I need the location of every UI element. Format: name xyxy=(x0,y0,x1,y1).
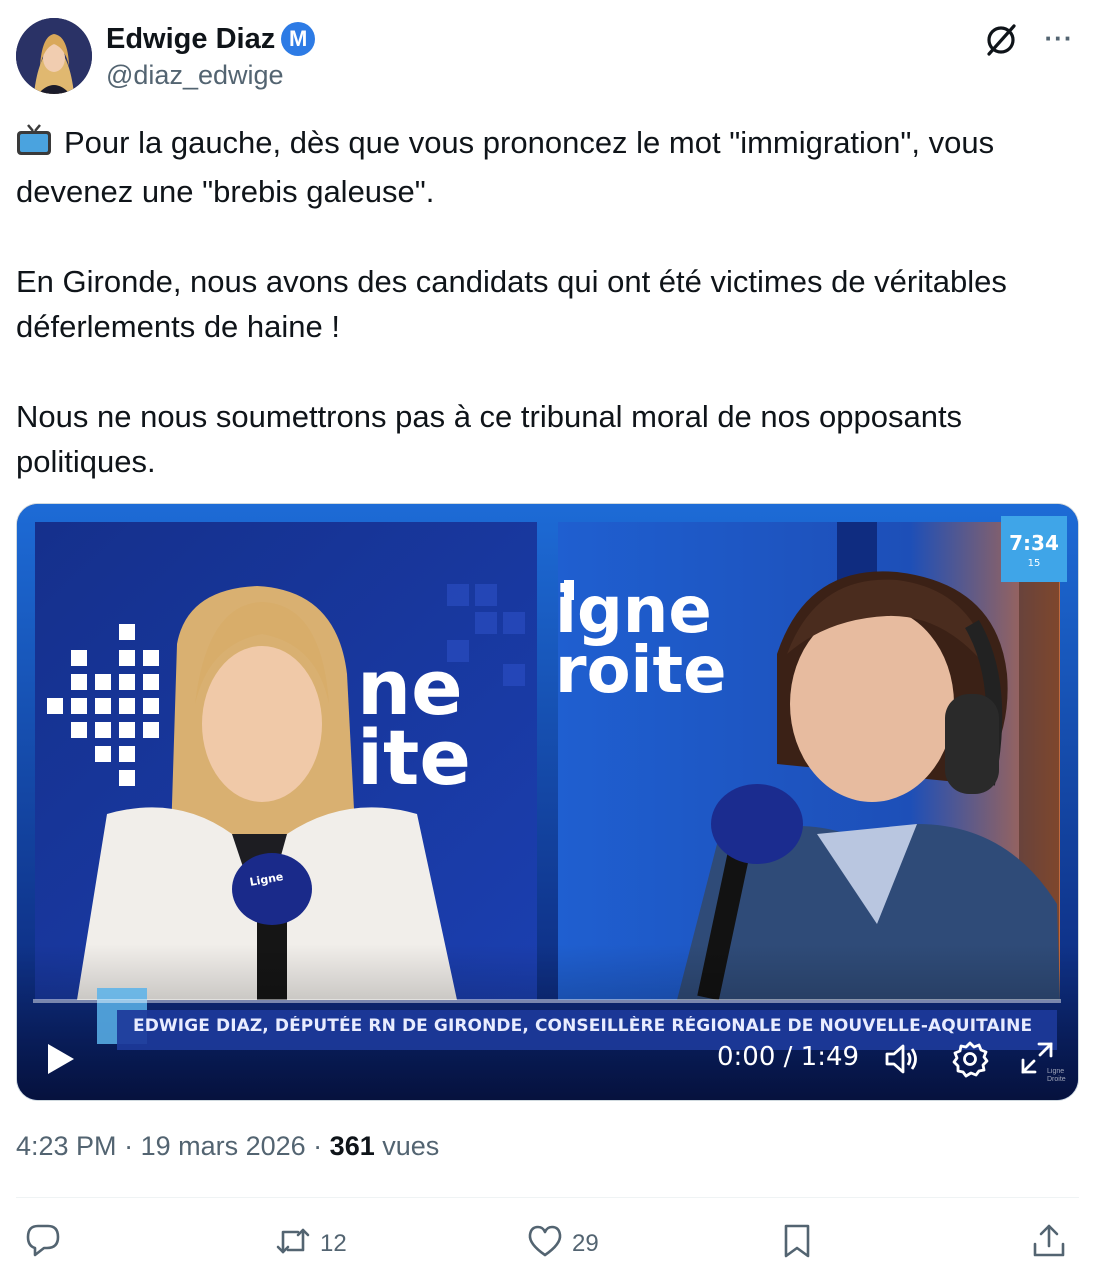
reply-button[interactable] xyxy=(24,1218,70,1270)
svg-text:15: 15 xyxy=(1028,558,1041,569)
tweet-date[interactable]: 19 mars 2026 xyxy=(141,1131,306,1161)
like-button[interactable]: 29 xyxy=(526,1218,599,1270)
tv-icon xyxy=(16,123,52,169)
meta-separator-2: · xyxy=(305,1131,330,1161)
lower-third-caption: EDWIGE DIAZ, DÉPUTÉE RN DE GIRONDE, CONS… xyxy=(133,1016,1033,1036)
play-icon[interactable] xyxy=(43,1042,77,1076)
tweet-text: Pour la gauche, dès que vous prononcez l… xyxy=(16,120,1076,484)
gear-icon[interactable] xyxy=(951,1040,989,1078)
divider xyxy=(16,1197,1079,1198)
bookmark-button[interactable] xyxy=(778,1218,816,1270)
avatar-image xyxy=(16,18,92,94)
retweet-count: 12 xyxy=(320,1230,347,1257)
verified-badge-icon: M xyxy=(281,22,316,56)
video-frame: ne ite Ligne igne roite 7:34 15 xyxy=(17,504,1078,1100)
tweet-paragraph-2: En Gironde, nous avons des candidats qui… xyxy=(16,264,1007,344)
avatar[interactable] xyxy=(16,18,92,94)
display-name[interactable]: Edwige Diaz xyxy=(106,22,275,56)
views-count[interactable]: 361 xyxy=(330,1131,375,1161)
grok-icon[interactable] xyxy=(981,20,1021,60)
tweet-time[interactable]: 4:23 PM xyxy=(16,1131,117,1161)
tweet-paragraph-1-text: Pour la gauche, dès que vous prononcez l… xyxy=(16,125,995,209)
author-block: Edwige Diaz M @diaz_edwige xyxy=(106,22,316,91)
user-handle[interactable]: @diaz_edwige xyxy=(106,60,315,91)
video-watermark: Ligne Droite xyxy=(1047,1068,1066,1083)
reply-icon xyxy=(24,1222,62,1267)
retweet-icon xyxy=(274,1222,312,1267)
tweet-header: Edwige Diaz M @diaz_edwige ··· xyxy=(16,18,1079,98)
svg-text:roite: roite xyxy=(555,634,726,708)
retweet-button[interactable]: 12 xyxy=(274,1218,347,1270)
meta-separator-1: · xyxy=(116,1131,141,1161)
bookmark-icon xyxy=(778,1222,816,1267)
tweet-meta: 4:23 PM · 19 mars 2026 · 361 vues xyxy=(16,1131,439,1162)
tweet-paragraph-1: Pour la gauche, dès que vous prononcez l… xyxy=(16,120,1076,214)
views-label: vues xyxy=(382,1131,440,1161)
more-icon[interactable]: ··· xyxy=(1039,18,1079,58)
progress-track[interactable] xyxy=(33,999,1061,1003)
time-display: 0:00 / 1:49 xyxy=(717,1042,860,1072)
svg-text:7:34: 7:34 xyxy=(1009,531,1059,555)
svg-text:ite: ite xyxy=(357,713,471,802)
heart-icon xyxy=(526,1222,564,1267)
share-button[interactable] xyxy=(1030,1218,1068,1270)
action-bar: 12 29 xyxy=(16,1218,1079,1270)
volume-icon[interactable] xyxy=(883,1040,921,1078)
like-count: 29 xyxy=(572,1230,599,1257)
share-icon xyxy=(1030,1222,1068,1267)
tweet-paragraph-3: Nous ne nous soumettrons pas à ce tribun… xyxy=(16,399,963,479)
video-player[interactable]: ne ite Ligne igne roite 7:34 15 EDWIGE D… xyxy=(16,503,1079,1101)
